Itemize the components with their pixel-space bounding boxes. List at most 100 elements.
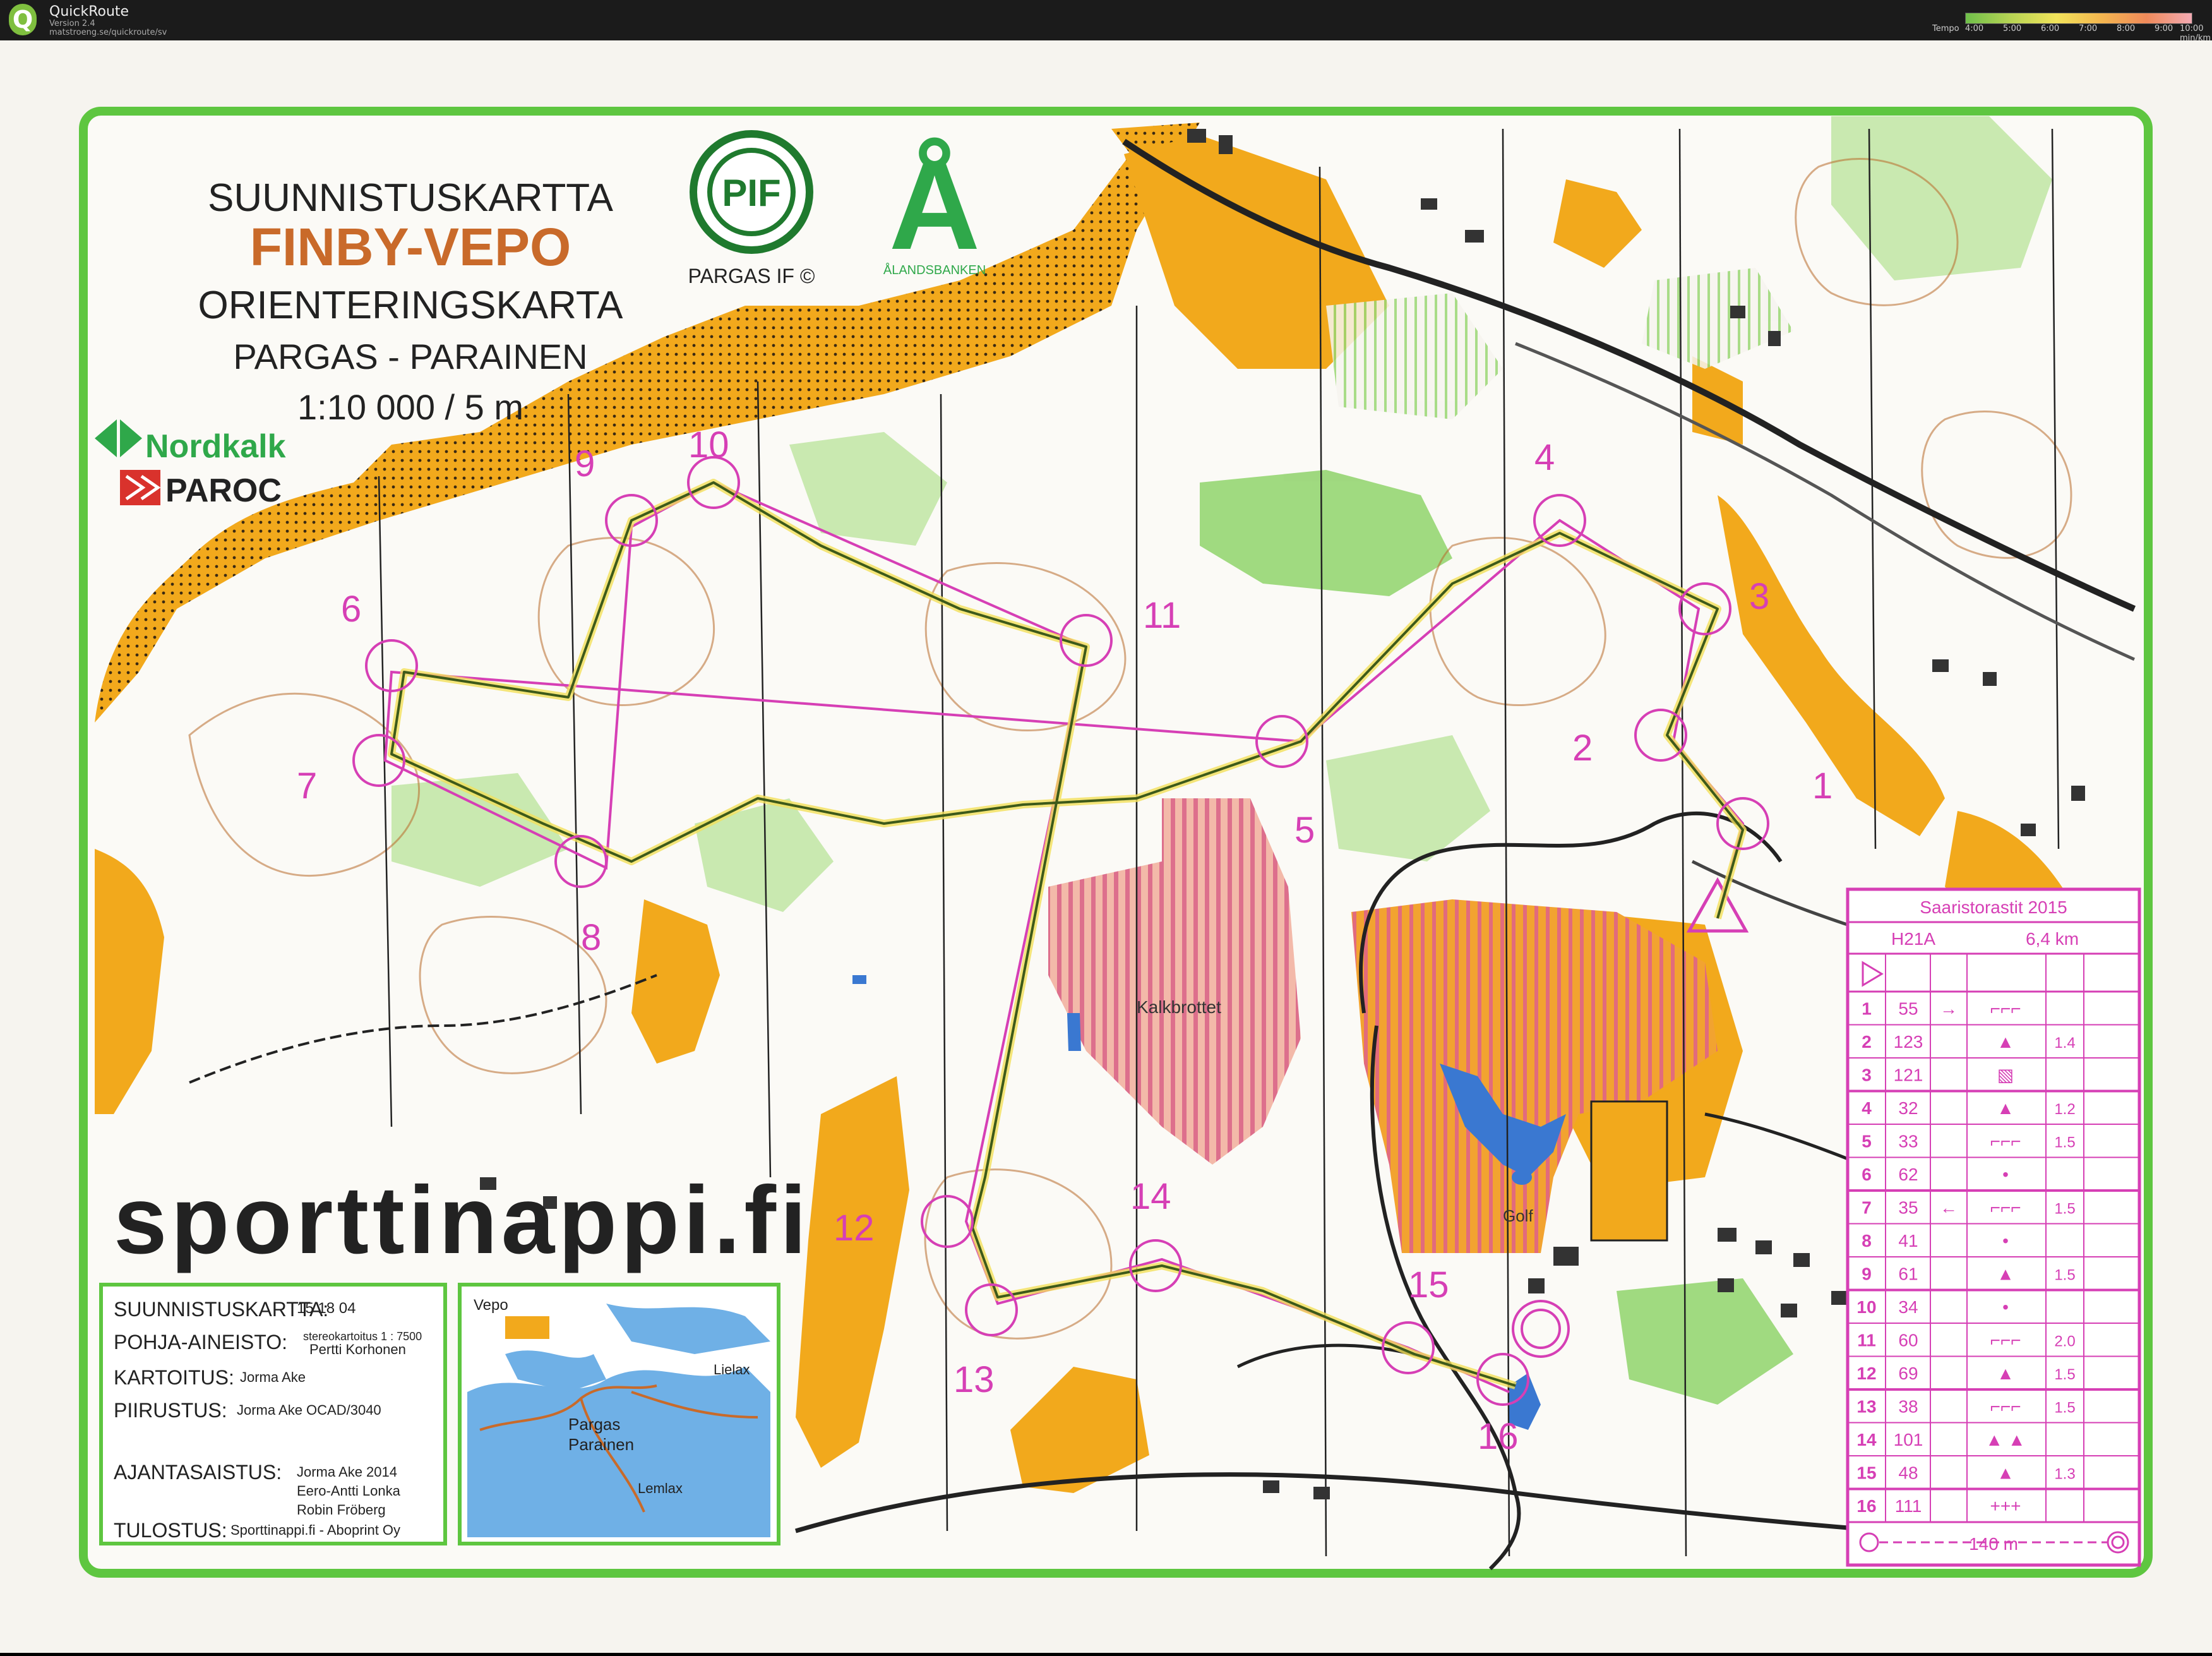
table-cell-code: 41 [1898,1231,1918,1251]
table-cell-code: 48 [1898,1463,1918,1483]
sponsor-paroc-text: PAROC [165,472,282,509]
table-cell-dist: 1.5 [2054,1400,2075,1417]
control-number-4: 4 [1534,437,1555,478]
pace-tick: 5:00 [2003,24,2022,33]
credit-label: PIIRUSTUS: [114,1399,227,1422]
orienteering-map[interactable]: 1 2 3 4 5 6 7 8 9 10 11 12 13 14 15 16 K… [0,40,2212,1653]
table-cell-code: 61 [1898,1264,1918,1284]
table-cell-dist: 1.5 [2054,1267,2075,1284]
table-cell-code: 111 [1895,1496,1922,1516]
map-title-line2: FINBY-VEPO [250,217,571,277]
place-name-golf: Golf [1503,1206,1533,1225]
table-cell-dir: → [1940,999,1958,1019]
table-cell-num: 15 [1856,1463,1876,1483]
table-cell-num: 5 [1862,1132,1872,1151]
pace-legend: Tempo 4:00 5:00 6:00 7:00 8:00 9:00 10:0… [1932,9,2211,43]
credit-value: stereokartoitus 1 : 7500 [303,1330,422,1343]
table-cell-num: 4 [1862,1098,1872,1118]
table-cell-num: 8 [1862,1231,1872,1251]
table-cell-num: 11 [1857,1331,1876,1350]
control-description-table: Saaristorastit 2015 H21A 6,4 km 1 55 → ⌐⌐⌐2… [1846,887,2141,1567]
club-name: PARGAS IF © [688,265,815,287]
credit-label: POHJA-AINEISTO: [114,1331,287,1353]
table-cell-code: 55 [1898,999,1918,1019]
place-name-kalkbrott: Kalkbrottet [1137,997,1221,1017]
quickroute-logo-icon: Q [9,4,37,35]
control-number-11: 11 [1143,595,1181,636]
credit-value: Jorma Ake [240,1369,306,1385]
table-cell-feat: ⌐⌐⌐ [1990,1397,2021,1417]
table-cell-feat: ▲ [1997,1032,2014,1052]
table-cell-num: 1 [1862,999,1872,1019]
credit-value: 15 18 04 [297,1300,356,1317]
bank-logo: Å ÅLANDSBANKEN [883,135,986,277]
map-scale: 1:10 000 / 5 m [297,387,523,427]
credit-value: Eero-Antti Lonka [297,1483,401,1499]
sponsor-paroc: PAROC [120,470,282,509]
inset-label: Lielax [714,1362,750,1377]
table-cell-dist: 2.0 [2054,1333,2075,1350]
credit-label: KARTOITUS: [114,1366,234,1389]
table-cell-dist: 1.5 [2054,1201,2075,1218]
table-cell-dist: 1.5 [2054,1366,2075,1383]
credit-label: TULOSTUS: [114,1519,227,1542]
table-cell-num: 2 [1862,1032,1872,1052]
control-number-13: 13 [954,1359,995,1400]
table-cell-code: 35 [1898,1198,1918,1218]
app-url: matstroeng.se/quickroute/sv [49,28,167,37]
table-cell-code: 60 [1898,1331,1918,1350]
club-badge: PIF PARGAS IF © [688,130,815,287]
table-cell-code: 32 [1898,1098,1918,1118]
credit-value: Robin Fröberg [297,1502,386,1518]
control-number-1: 1 [1812,765,1832,807]
app-version: Version 2.4 [49,19,95,28]
table-cell-dist: 1.4 [2054,1035,2075,1052]
table-length: 6,4 km [2026,929,2079,949]
control-number-15: 15 [1408,1264,1449,1305]
club-badge-text: PIF [722,172,780,214]
table-cell-num: 14 [1856,1430,1877,1449]
table-cell-num: 3 [1862,1065,1872,1085]
inset-label: Lemlax [638,1480,683,1496]
table-cell-code: 62 [1898,1165,1918,1184]
table-cell-feat: ⌐⌐⌐ [1990,1331,2021,1350]
control-number-16: 16 [1478,1416,1519,1457]
pace-legend-label: Tempo [1932,24,1959,33]
inset-label: Parainen [568,1435,634,1454]
table-cell-code: 38 [1898,1397,1918,1417]
table-cell-num: 10 [1856,1297,1876,1317]
inset-label: Vepo [474,1297,508,1314]
table-cell-dist: 1.5 [2054,1134,2075,1151]
table-cell-code: 123 [1894,1032,1923,1052]
table-cell-code: 34 [1898,1297,1918,1317]
table-cell-feat: ⌐⌐⌐ [1990,1132,2021,1151]
pace-tick: 8:00 [2117,24,2136,33]
table-cell-feat: ⌐⌐⌐ [1990,999,2021,1019]
table-cell-code: 33 [1898,1132,1918,1151]
map-title-line3: ORIENTERINGSKARTA [198,284,624,327]
table-cell-code: 69 [1898,1364,1918,1383]
table-cell-feat: +++ [1990,1496,2021,1516]
credit-value: Sporttinappi.fi - Aboprint Oy [230,1522,400,1538]
table-cell-feat: • [2002,1165,2009,1184]
pace-tick: 7:00 [2079,24,2098,33]
table-cell-feat: ▲ ▲ [1985,1430,2025,1449]
table-class: H21A [1891,929,1935,949]
control-number-9: 9 [575,443,595,484]
control-number-5: 5 [1294,810,1315,851]
map-canvas[interactable]: 1 2 3 4 5 6 7 8 9 10 11 12 13 14 15 16 K… [0,40,2212,1653]
control-number-2: 2 [1572,728,1593,769]
credits-block: SUUNNISTUSKARTTA: 15 18 04 POHJA-AINEIST… [99,1283,447,1545]
table-cell-feat: ▲ [1997,1264,2014,1284]
table-cell-feat: ⌐⌐⌐ [1990,1198,2021,1218]
map-title-line4: PARGAS - PARAINEN [233,337,587,376]
table-cell-num: 13 [1856,1397,1876,1417]
table-cell-feat: • [2002,1297,2009,1317]
control-number-7: 7 [297,765,317,807]
table-cell-num: 6 [1862,1165,1872,1184]
table-cell-feat: • [2002,1231,2009,1251]
table-cell-dir: ← [1940,1198,1958,1218]
table-cell-num: 16 [1856,1496,1876,1516]
table-cell-feat: ▲ [1997,1364,2014,1383]
inset-map: Vepo Lielax Pargas Parainen Lemlax [458,1283,780,1545]
